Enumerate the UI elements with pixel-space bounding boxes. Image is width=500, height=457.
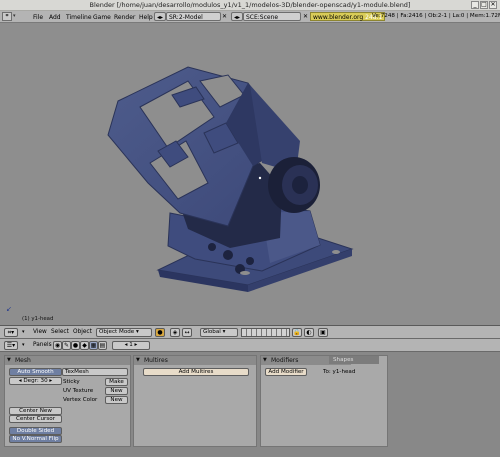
servo-module-model [107,66,354,292]
menu-collapse-icon[interactable]: ▾ [13,12,16,21]
modifiers-panel: Modifiers Shapes Add Modifier To: y1-hea… [260,355,388,447]
scene-delete-icon[interactable]: ✕ [303,12,308,21]
render-icon[interactable]: ◐ [304,328,314,337]
mode-select[interactable]: Object Mode ▾ [96,328,152,337]
menu-collapse-icon[interactable]: ▾ [22,329,25,335]
uv-texture-label: UV Texture [63,388,94,394]
manipulator-icon[interactable]: ↔ [182,328,192,337]
menu-select[interactable]: Select [51,329,69,335]
sticky-make-button[interactable]: Make [105,378,128,386]
layer-buttons[interactable] [241,328,290,337]
window-titlebar: Blender [/home/juan/desarrollo/modulos_y… [0,0,500,11]
vertex-color-new-button[interactable]: New [105,396,128,404]
screen-delete-icon[interactable]: ✕ [222,12,227,21]
mesh-panel-title[interactable]: Mesh [5,356,130,365]
lock-icon[interactable]: 🔒 [292,328,302,337]
object-icon[interactable]: ◆ [80,341,89,350]
no-v-normal-flip-toggle[interactable]: No V.Normal Flip [9,435,62,443]
scene-browse-icon[interactable]: ◂▸ [231,12,243,21]
axis-gizmo-icon: ↙ [6,305,12,313]
scene-icon[interactable]: ▤ [98,341,107,350]
sticky-label: Sticky [63,379,80,385]
menu-file[interactable]: File [33,13,43,22]
menu-timeline[interactable]: Timeline [66,13,92,22]
logic-icon[interactable]: ◉ [53,341,62,350]
vertex-color-label: Vertex Color [63,397,98,403]
modifier-target-label: To: y1-head [323,369,356,375]
script-icon[interactable]: ✎ [62,341,71,350]
info-header: ⌗ ▾ File Add Timeline Game Render Help ◂… [0,11,500,23]
active-object-label: (1) y1-head [22,316,54,322]
frame-field[interactable]: ◂ 1 ▸ [112,341,150,350]
texmesh-field[interactable]: TexMesh [62,368,128,376]
scene-field[interactable]: SCE:Scene [243,12,301,21]
double-sided-toggle[interactable]: Double Sided [9,427,62,435]
buttons-header: ☰▾ ▾ Panels ◉ ✎ ● ◆ ▦ ▤ ◂ 1 ▸ [0,339,500,352]
center-new-button[interactable]: Center New [9,407,62,415]
panels-collapse-icon[interactable]: ▾ [22,342,25,348]
orientation-select[interactable]: Global ▾ [200,328,238,337]
scene-stats: Ve:7248 | Fa:2416 | Ob:2-1 | La:0 | Mem:… [372,13,500,19]
camera-icon[interactable]: ▣ [318,328,328,337]
screen-layout-field[interactable]: SR:2-Model [166,12,221,21]
auto-smooth-toggle[interactable]: Auto Smooth [9,368,62,376]
3d-view-header: ⌗▾ ▾ View Select Object Object Mode ▾ ● … [0,326,500,339]
mesh-panel: Mesh Auto Smooth ◂ Degr: 30 ▸ Center New… [4,355,131,447]
menu-view[interactable]: View [33,329,47,335]
3d-viewport[interactable]: ↙ (1) y1-head [0,23,500,326]
multires-panel: Multires Add Multires [133,355,257,447]
menu-help[interactable]: Help [139,13,153,22]
maximize-icon[interactable]: □ [480,1,488,9]
shading-icon[interactable]: ● [71,341,80,350]
editing-icon[interactable]: ▦ [89,341,98,350]
menu-game[interactable]: Game [93,13,111,22]
menu-object[interactable]: Object [73,329,92,335]
screen-browse-icon[interactable]: ◂▸ [154,12,166,21]
pivot-icon[interactable]: ◈ [170,328,180,337]
draw-type-icon[interactable]: ● [155,328,165,337]
editor-type-icon[interactable]: ⌗▾ [4,328,18,337]
center-cursor-button[interactable]: Center Cursor [9,415,62,423]
uv-texture-new-button[interactable]: New [105,387,128,395]
multires-panel-title[interactable]: Multires [134,356,256,365]
editor-type-icon[interactable]: ⌗ [2,12,12,21]
add-multires-button[interactable]: Add Multires [143,368,249,376]
menu-render[interactable]: Render [114,13,135,22]
tab-shapes[interactable]: Shapes [329,356,379,364]
editor-type-icon[interactable]: ☰▾ [4,341,18,350]
menu-add[interactable]: Add [49,13,61,22]
close-icon[interactable]: ✕ [489,1,497,9]
panels-menu[interactable]: Panels [33,342,52,348]
buttons-window: Mesh Auto Smooth ◂ Degr: 30 ▸ Center New… [0,352,500,457]
minimize-icon[interactable]: _ [471,1,479,9]
add-modifier-button[interactable]: Add Modifier [265,368,307,376]
window-title: Blender [/home/juan/desarrollo/modulos_y… [89,1,411,9]
degr-field[interactable]: ◂ Degr: 30 ▸ [9,377,62,385]
